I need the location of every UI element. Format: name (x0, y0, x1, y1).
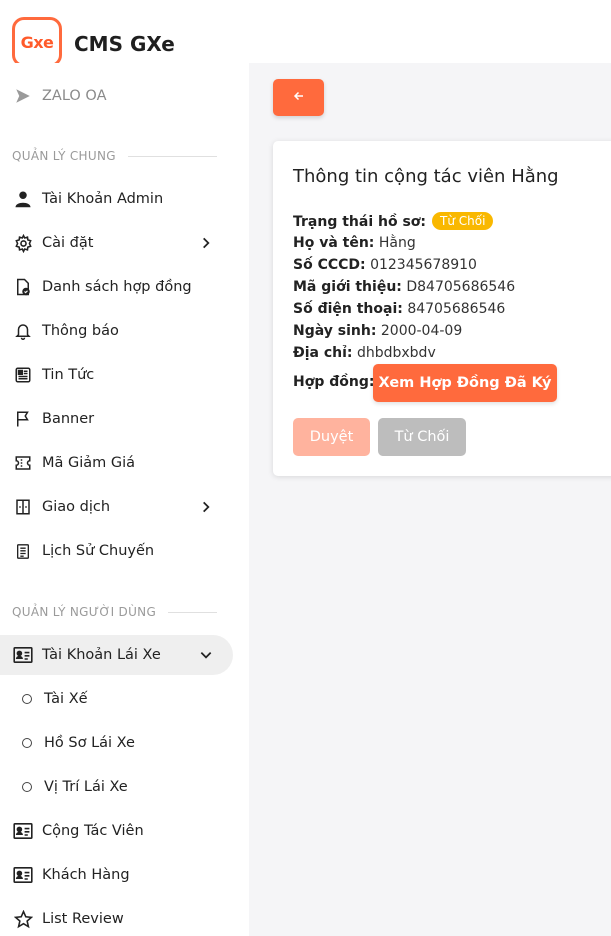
sidebar-item-label: Khách Hàng (42, 867, 130, 883)
id-card-icon (12, 820, 34, 842)
gear-icon (12, 232, 34, 254)
list-icon (12, 540, 34, 562)
address-label: Địa chỉ: (293, 345, 353, 361)
sidebar-item-driver-profiles[interactable]: Hồ Sơ Lái Xe (0, 723, 249, 763)
sidebar-item-driver-location[interactable]: Vị Trí Lái Xe (0, 767, 249, 807)
sidebar-item-label: Tài Khoản Admin (42, 191, 164, 207)
cccd-row: Số CCCD: 012345678910 (293, 257, 477, 273)
ticket-icon (12, 452, 34, 474)
sidebar-item-banner[interactable]: Banner (0, 399, 249, 439)
approve-button[interactable]: Duyệt (293, 418, 370, 456)
sidebar-item-settings[interactable]: Cài đặt (0, 223, 249, 263)
app-logo[interactable]: Gxe (12, 17, 62, 67)
sidebar-item-label: Cài đặt (42, 235, 94, 251)
app-title: CMS GXe (74, 32, 175, 56)
transaction-icon (12, 496, 34, 518)
phone-row: Số điện thoại: 84705686546 (293, 301, 505, 317)
user-icon (12, 188, 34, 210)
sidebar-item-trip-history[interactable]: Lịch Sử Chuyến (0, 531, 249, 571)
sidebar-item-label: Lịch Sử Chuyến (42, 543, 155, 559)
status-badge: Từ Chối (432, 212, 494, 230)
sidebar-item-label: Giao dịch (42, 499, 111, 515)
contract-icon (12, 276, 34, 298)
section-header-users: QUẢN LÝ NGƯỜI DÙNG (12, 605, 217, 619)
section-header-general: QUẢN LÝ CHUNG (12, 149, 217, 163)
divider (168, 611, 217, 613)
section-label: QUẢN LÝ CHUNG (12, 149, 116, 163)
birth-value: 2000-04-09 (380, 323, 463, 339)
sidebar-item-label: Vị Trí Lái Xe (44, 779, 128, 795)
send-icon (12, 85, 34, 107)
sidebar-item-transactions[interactable]: Giao dịch (0, 487, 249, 527)
chevron-right-icon (196, 233, 216, 253)
sidebar-item-news[interactable]: Tin Tức (0, 355, 249, 395)
divider (127, 155, 217, 157)
section-label: QUẢN LÝ NGƯỜI DÙNG (12, 605, 157, 619)
view-signed-contract-button[interactable]: Xem Hợp Đồng Đã Ký (373, 364, 557, 402)
sidebar-item-collaborators[interactable]: Cộng Tác Viên (0, 811, 249, 851)
sidebar-item-list-review[interactable]: List Review (0, 899, 249, 936)
circle-bullet-icon (16, 776, 38, 798)
card-title: Thông tin cộng tác viên Hằng (293, 166, 559, 187)
news-icon (12, 364, 34, 386)
address-row: Địa chỉ: dhbdbxbdv (293, 345, 436, 361)
chevron-down-icon (196, 645, 216, 665)
bell-icon (12, 320, 34, 342)
contract-label: Hợp đồng: (293, 374, 375, 390)
reject-button[interactable]: Từ Chối (378, 418, 466, 456)
sidebar-item-contracts[interactable]: Danh sách hợp đồng (0, 267, 249, 307)
sidebar-item-label: Tài Xế (44, 691, 88, 707)
id-card-icon (12, 864, 34, 886)
status-label: Trạng thái hồ sơ: (293, 214, 427, 230)
status-row: Trạng thái hồ sơ: Từ Chối (293, 212, 494, 230)
referral-label: Mã giới thiệu: (293, 279, 402, 295)
flag-icon (12, 408, 34, 430)
sidebar-item-label: Hồ Sơ Lái Xe (44, 735, 135, 751)
address-value: dhbdbxbdv (356, 345, 436, 361)
sidebar-item-label: Tài Khoản Lái Xe (42, 647, 161, 663)
sidebar-item-label: Thông báo (42, 323, 119, 339)
id-card-icon (12, 644, 34, 666)
sidebar-item-discount[interactable]: Mã Giảm Giá (0, 443, 249, 483)
sidebar-item-admin-account[interactable]: Tài Khoản Admin (0, 179, 249, 219)
chevron-right-icon (196, 497, 216, 517)
sidebar-item-label: List Review (42, 911, 124, 927)
back-button[interactable] (273, 79, 324, 116)
sidebar-item-customers[interactable]: Khách Hàng (0, 855, 249, 895)
circle-bullet-icon (16, 732, 38, 754)
app-header: Gxe CMS GXe (0, 0, 611, 67)
phone-value: 84705686546 (407, 301, 506, 317)
cccd-label: Số CCCD: (293, 257, 366, 273)
sidebar-item-label: Danh sách hợp đồng (42, 279, 192, 295)
collaborator-info-card: Thông tin cộng tác viên Hằng Trạng thái … (273, 141, 611, 476)
sidebar: ZALO OA QUẢN LÝ CHUNG Tài Khoản Admin Cà… (0, 63, 249, 936)
logo-text: Gxe (20, 32, 54, 52)
birth-row: Ngày sinh: 2000-04-09 (293, 323, 462, 339)
sidebar-item-label: Cộng Tác Viên (42, 823, 144, 839)
referral-row: Mã giới thiệu: D84705686546 (293, 279, 515, 295)
name-value: Hằng (378, 235, 416, 251)
sidebar-item-label: ZALO OA (42, 88, 107, 104)
circle-bullet-icon (16, 688, 38, 710)
arrow-left-icon (293, 89, 305, 107)
sidebar-item-label: Mã Giảm Giá (42, 455, 136, 471)
contract-row: Hợp đồng: (293, 374, 374, 390)
sidebar-item-notifications[interactable]: Thông báo (0, 311, 249, 351)
phone-label: Số điện thoại: (293, 301, 403, 317)
star-icon (12, 908, 34, 930)
sidebar-item-zalo[interactable]: ZALO OA (0, 76, 249, 116)
referral-value: D84705686546 (406, 279, 516, 295)
name-row: Họ và tên: Hằng (293, 235, 416, 251)
sidebar-item-driver-accounts[interactable]: Tài Khoản Lái Xe (0, 635, 233, 675)
cccd-value: 012345678910 (370, 257, 477, 273)
sidebar-item-label: Banner (42, 411, 95, 427)
birth-label: Ngày sinh: (293, 323, 377, 339)
sidebar-item-label: Tin Tức (42, 367, 95, 383)
name-label: Họ và tên: (293, 235, 375, 251)
sidebar-item-drivers[interactable]: Tài Xế (0, 679, 249, 719)
